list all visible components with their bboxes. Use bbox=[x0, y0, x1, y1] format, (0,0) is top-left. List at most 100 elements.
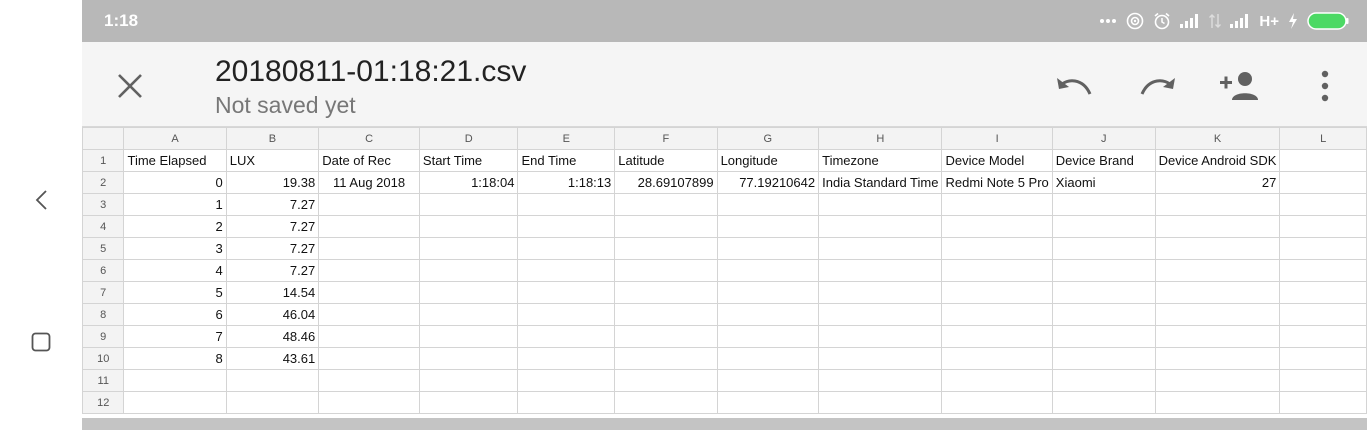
cell-f5[interactable] bbox=[614, 237, 718, 260]
cell-i5[interactable] bbox=[941, 237, 1053, 260]
cell-f11[interactable] bbox=[614, 369, 718, 392]
row-header[interactable]: 9 bbox=[82, 325, 125, 348]
cell-k5[interactable] bbox=[1154, 237, 1281, 260]
cell-i8[interactable] bbox=[941, 303, 1053, 326]
row-header[interactable]: 10 bbox=[82, 347, 125, 370]
cell-f10[interactable] bbox=[614, 347, 718, 370]
cell-i2[interactable]: Redmi Note 5 Pro bbox=[941, 171, 1053, 194]
cell-g10[interactable] bbox=[716, 347, 820, 370]
cell-a10[interactable]: 8 bbox=[123, 347, 227, 370]
cell-h8[interactable] bbox=[818, 303, 943, 326]
cell-e3[interactable] bbox=[517, 193, 616, 216]
back-chevron-icon[interactable] bbox=[30, 188, 54, 212]
cell-b8[interactable]: 46.04 bbox=[225, 303, 320, 326]
cell-l1[interactable] bbox=[1279, 149, 1367, 172]
cell-k6[interactable] bbox=[1154, 259, 1281, 282]
column-header-e[interactable]: E bbox=[517, 127, 616, 150]
cell-b11[interactable] bbox=[225, 369, 320, 392]
cell-e1[interactable]: End Time bbox=[517, 149, 616, 172]
cell-h4[interactable] bbox=[818, 215, 943, 238]
cell-b4[interactable]: 7.27 bbox=[225, 215, 320, 238]
cell-e11[interactable] bbox=[517, 369, 616, 392]
row-header[interactable]: 12 bbox=[82, 391, 125, 414]
cell-c5[interactable] bbox=[318, 237, 420, 260]
cell-j7[interactable] bbox=[1051, 281, 1156, 304]
cell-c4[interactable] bbox=[318, 215, 420, 238]
share-button[interactable] bbox=[1218, 64, 1262, 108]
cell-a7[interactable]: 5 bbox=[123, 281, 227, 304]
redo-button[interactable] bbox=[1136, 64, 1180, 108]
cell-f7[interactable] bbox=[614, 281, 718, 304]
more-options-button[interactable] bbox=[1303, 64, 1347, 108]
cell-b3[interactable]: 7.27 bbox=[225, 193, 320, 216]
cell-e5[interactable] bbox=[517, 237, 616, 260]
cell-c2[interactable]: 11 Aug 2018 bbox=[318, 171, 420, 194]
cell-j5[interactable] bbox=[1051, 237, 1156, 260]
cell-f3[interactable] bbox=[614, 193, 718, 216]
cell-k8[interactable] bbox=[1154, 303, 1281, 326]
cell-j9[interactable] bbox=[1051, 325, 1156, 348]
cell-e8[interactable] bbox=[517, 303, 616, 326]
cell-d6[interactable] bbox=[418, 259, 519, 282]
cell-i6[interactable] bbox=[941, 259, 1053, 282]
row-header[interactable]: 1 bbox=[82, 149, 125, 172]
cell-i4[interactable] bbox=[941, 215, 1053, 238]
cell-g1[interactable]: Longitude bbox=[716, 149, 820, 172]
cell-h3[interactable] bbox=[818, 193, 943, 216]
cell-d5[interactable] bbox=[418, 237, 519, 260]
cell-l4[interactable] bbox=[1279, 215, 1367, 238]
close-button[interactable] bbox=[110, 66, 150, 106]
cell-d11[interactable] bbox=[418, 369, 519, 392]
cell-k3[interactable] bbox=[1154, 193, 1281, 216]
cell-j4[interactable] bbox=[1051, 215, 1156, 238]
row-header[interactable]: 11 bbox=[82, 369, 125, 392]
cell-l11[interactable] bbox=[1279, 369, 1367, 392]
cell-j8[interactable] bbox=[1051, 303, 1156, 326]
cell-j2[interactable]: Xiaomi bbox=[1051, 171, 1156, 194]
cell-f2[interactable]: 28.69107899 bbox=[614, 171, 718, 194]
cell-d8[interactable] bbox=[418, 303, 519, 326]
cell-b7[interactable]: 14.54 bbox=[225, 281, 320, 304]
row-header[interactable]: 7 bbox=[82, 281, 125, 304]
cell-a3[interactable]: 1 bbox=[123, 193, 227, 216]
cell-l2[interactable] bbox=[1279, 171, 1367, 194]
cell-l5[interactable] bbox=[1279, 237, 1367, 260]
cell-c12[interactable] bbox=[318, 391, 420, 414]
cell-b1[interactable]: LUX bbox=[225, 149, 320, 172]
cell-f4[interactable] bbox=[614, 215, 718, 238]
cell-e10[interactable] bbox=[517, 347, 616, 370]
cell-e2[interactable]: 1:18:13 bbox=[517, 171, 616, 194]
cell-c11[interactable] bbox=[318, 369, 420, 392]
cell-e12[interactable] bbox=[517, 391, 616, 414]
corner-cell[interactable] bbox=[82, 127, 125, 150]
cell-d10[interactable] bbox=[418, 347, 519, 370]
cell-e7[interactable] bbox=[517, 281, 616, 304]
row-header[interactable]: 5 bbox=[82, 237, 125, 260]
cell-a2[interactable]: 0 bbox=[123, 171, 227, 194]
cell-l7[interactable] bbox=[1279, 281, 1367, 304]
cell-d12[interactable] bbox=[418, 391, 519, 414]
cell-f8[interactable] bbox=[614, 303, 718, 326]
cell-a6[interactable]: 4 bbox=[123, 259, 227, 282]
cell-k7[interactable] bbox=[1154, 281, 1281, 304]
cell-h5[interactable] bbox=[818, 237, 943, 260]
column-header-b[interactable]: B bbox=[225, 127, 320, 150]
cell-c1[interactable]: Date of Rec bbox=[318, 149, 420, 172]
cell-g7[interactable] bbox=[716, 281, 820, 304]
column-header-a[interactable]: A bbox=[123, 127, 227, 150]
cell-h9[interactable] bbox=[818, 325, 943, 348]
cell-k9[interactable] bbox=[1154, 325, 1281, 348]
spreadsheet-grid[interactable]: ABCDEFGHIJKL 1 Time Elapsed LUX Date of Rec… bbox=[82, 127, 1367, 418]
cell-b6[interactable]: 7.27 bbox=[225, 259, 320, 282]
cell-l9[interactable] bbox=[1279, 325, 1367, 348]
cell-l6[interactable] bbox=[1279, 259, 1367, 282]
column-header-l[interactable]: L bbox=[1279, 127, 1367, 150]
cell-g9[interactable] bbox=[716, 325, 820, 348]
cell-i12[interactable] bbox=[941, 391, 1053, 414]
cell-k4[interactable] bbox=[1154, 215, 1281, 238]
cell-e9[interactable] bbox=[517, 325, 616, 348]
cell-a11[interactable] bbox=[123, 369, 227, 392]
cell-j6[interactable] bbox=[1051, 259, 1156, 282]
cell-i10[interactable] bbox=[941, 347, 1053, 370]
cell-g3[interactable] bbox=[716, 193, 820, 216]
